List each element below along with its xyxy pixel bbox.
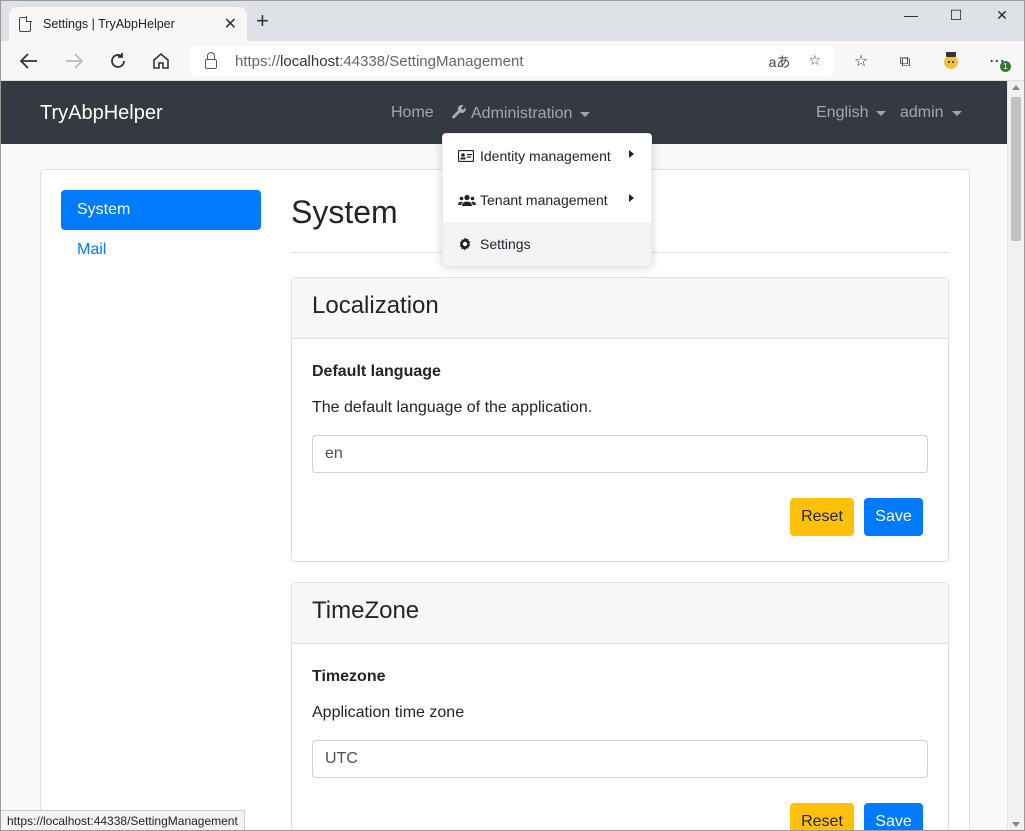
minimize-button[interactable]: — — [888, 7, 934, 23]
url-path: :44338/SettingManagement — [339, 52, 524, 70]
close-window-button[interactable]: ✕ — [979, 7, 1024, 24]
nav-user-label: admin — [900, 104, 944, 121]
group-header: TimeZone — [292, 583, 948, 644]
url-prefix: https:// — [235, 52, 281, 70]
caret-right-icon — [629, 150, 634, 158]
reset-button[interactable]: Reset — [790, 498, 854, 536]
settings-more-button[interactable]: ⋯ 1 — [985, 49, 1011, 73]
page-title: System — [291, 194, 398, 230]
scroll-down-icon[interactable] — [1012, 822, 1020, 827]
address-actions: aあ ☆ — [769, 52, 821, 72]
tab-settings[interactable]: Settings | TryAbpHelper ✕ — [9, 7, 247, 41]
settings-card: System Mail System Localization Default … — [40, 169, 970, 830]
field-label: Timezone — [312, 668, 386, 685]
lock-icon — [205, 52, 217, 69]
home-icon — [153, 52, 169, 69]
tab-strip: Settings | TryAbpHelper ✕ + — ☐ ✕ — [1, 1, 1024, 41]
field-description: The default language of the application. — [312, 399, 593, 416]
gear-icon — [458, 237, 476, 251]
administration-dropdown: Identity management Tenant management Se… — [442, 133, 652, 266]
reload-icon — [111, 53, 125, 68]
add-favorite-icon[interactable]: ☆ — [808, 52, 821, 72]
collections-button[interactable]: ⧉ — [893, 49, 917, 73]
menu-item-settings[interactable]: Settings — [443, 222, 651, 266]
default-language-input[interactable] — [312, 435, 928, 473]
caret-right-icon — [629, 194, 634, 202]
profile-avatar-icon — [944, 52, 958, 69]
nav-home-label: Home — [391, 104, 434, 121]
favorites-button[interactable]: ☆ — [849, 49, 873, 73]
browser-window: Settings | TryAbpHelper ✕ + — ☐ ✕ https:… — [0, 0, 1025, 831]
sidebar-item-system[interactable]: System — [61, 190, 261, 230]
maximize-button[interactable]: ☐ — [933, 7, 979, 24]
field-label: Default language — [312, 363, 441, 380]
profile-button[interactable] — [939, 49, 963, 73]
home-button[interactable] — [149, 49, 173, 73]
id-card-icon — [458, 150, 476, 162]
chevron-down-icon — [580, 111, 591, 117]
brand-link[interactable]: TryAbpHelper — [40, 102, 163, 125]
page-viewport: TryAbpHelper Home Administration English… — [1, 81, 1008, 830]
menu-item-tenant-management[interactable]: Tenant management — [443, 178, 651, 222]
timezone-input[interactable] — [312, 740, 928, 778]
users-icon — [458, 194, 476, 206]
page-icon — [19, 15, 32, 32]
tab-title: Settings | TryAbpHelper — [43, 17, 175, 31]
timezone-group: TimeZone Timezone Application time zone … — [291, 582, 949, 830]
nav-language[interactable]: English — [816, 104, 887, 122]
sidebar-item-label: System — [77, 201, 131, 218]
field-description: Application time zone — [312, 704, 465, 721]
translate-icon[interactable]: aあ — [769, 52, 791, 72]
update-badge: 1 — [1000, 61, 1011, 72]
status-bar-url: https://localhost:44338/SettingManagemen… — [1, 810, 245, 830]
chevron-down-icon — [876, 110, 887, 116]
forward-button[interactable] — [62, 49, 86, 73]
favorites-icon: ☆ — [853, 53, 869, 70]
url-host: localhost — [280, 52, 340, 70]
save-button[interactable]: Save — [864, 803, 923, 830]
group-header: Localization — [292, 278, 948, 339]
chevron-down-icon — [951, 110, 962, 116]
nav-user[interactable]: admin — [900, 104, 962, 122]
nav-administration[interactable]: Administration — [451, 104, 591, 124]
tab-close-icon[interactable]: ✕ — [224, 14, 237, 34]
sidebar-item-mail[interactable]: Mail — [61, 230, 261, 270]
page-scrollbar[interactable] — [1007, 81, 1024, 830]
localization-group: Localization Default language The defaul… — [291, 277, 949, 562]
nav-home[interactable]: Home — [391, 104, 434, 122]
save-button[interactable]: Save — [864, 498, 923, 536]
address-bar[interactable]: https://localhost:44338/SettingManagemen… — [191, 46, 833, 76]
reload-button[interactable] — [106, 49, 130, 73]
collections-icon: ⧉ — [899, 52, 911, 70]
menu-item-label: Identity management — [480, 148, 611, 164]
reset-button[interactable]: Reset — [790, 803, 854, 830]
new-tab-button[interactable]: + — [256, 10, 269, 32]
menu-item-label: Tenant management — [480, 192, 608, 208]
nav-language-label: English — [816, 104, 869, 121]
back-button[interactable] — [17, 49, 41, 73]
back-arrow-icon — [20, 53, 37, 69]
sidebar-item-label: Mail — [77, 241, 107, 258]
menu-item-identity-management[interactable]: Identity management — [443, 134, 651, 178]
scroll-up-icon[interactable] — [1012, 85, 1020, 90]
forward-arrow-icon — [66, 53, 83, 69]
browser-toolbar: https://localhost:44338/SettingManagemen… — [1, 41, 1024, 81]
nav-administration-label: Administration — [471, 105, 573, 122]
wrench-icon — [451, 104, 467, 124]
menu-item-label: Settings — [480, 236, 531, 252]
scrollbar-thumb[interactable] — [1011, 97, 1021, 241]
